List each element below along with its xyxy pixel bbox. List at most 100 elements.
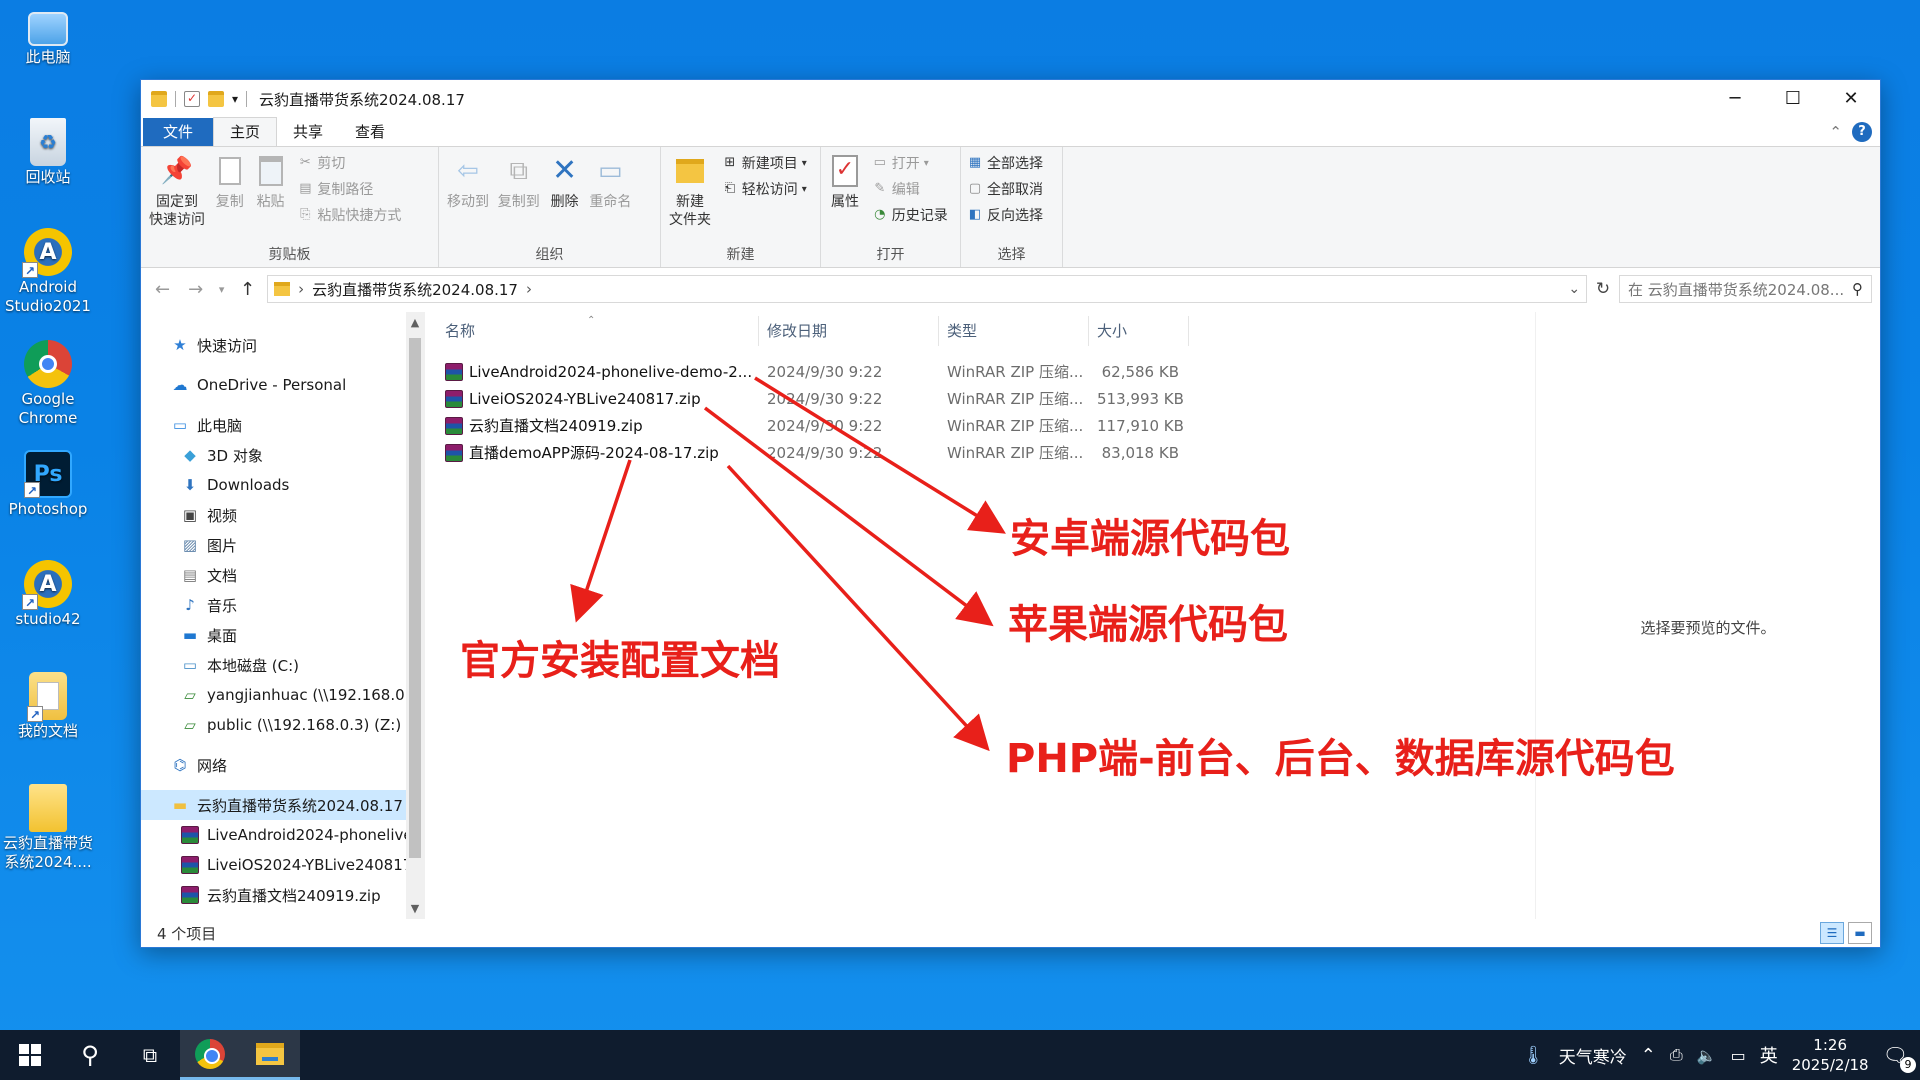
paste-button[interactable]: 粘贴	[255, 151, 287, 211]
nav-item-videos[interactable]: ▣ 视频	[141, 500, 424, 530]
copy-button[interactable]: 复制	[214, 151, 246, 211]
delete-label: 删除	[550, 194, 579, 210]
collapse-ribbon-icon[interactable]: ⌃	[1829, 123, 1842, 141]
forward-button[interactable]: →	[182, 279, 209, 300]
nav-scrollbar[interactable]: ▲ ▼	[406, 312, 424, 919]
desktop-icon-studio42[interactable]: A ↗ studio42	[2, 560, 94, 629]
new-item-button[interactable]: ⊞ 新建项目 ▾	[722, 153, 806, 173]
desktop-icon-documents[interactable]: ↗ 我的文档	[2, 672, 94, 741]
up-button[interactable]: ↑	[234, 279, 261, 300]
minimize-button[interactable]: ─	[1706, 80, 1764, 118]
maximize-button[interactable]: ☐	[1764, 80, 1822, 118]
nav-item-onedrive[interactable]: ☁ OneDrive - Personal	[141, 370, 424, 400]
edit-button[interactable]: ✎ 编辑	[872, 179, 948, 199]
nav-item-music[interactable]: ♪ 音乐	[141, 590, 424, 620]
properties-icon[interactable]: ✓	[184, 91, 200, 107]
clock[interactable]: 1:26 2025/2/18	[1792, 1035, 1869, 1075]
file-row[interactable]: 云豹直播文档240919.zip 2024/9/30 9:22 WinRAR Z…	[425, 412, 1535, 439]
nav-item-current-folder[interactable]: ▬ 云豹直播带货系统2024.08.17	[141, 790, 424, 820]
notification-center-button[interactable]: 🗨 9	[1883, 1043, 1916, 1073]
file-row[interactable]: LiveAndroid2024-phonelive-demo-2... 2024…	[425, 358, 1535, 385]
nav-item-file[interactable]: LiveAndroid2024-phonelive	[141, 820, 424, 850]
tab-file[interactable]: 文件	[143, 118, 214, 146]
search-box[interactable]: 在 云豹直播带货系统2024.08... ⚲	[1619, 275, 1872, 303]
copy-to-button[interactable]: ⧉ 复制到	[498, 151, 540, 211]
scroll-down-icon[interactable]: ▼	[406, 902, 424, 915]
address-dropdown-icon[interactable]: ⌄	[1568, 281, 1580, 297]
nav-item-file[interactable]: 云豹直播文档240919.zip	[141, 880, 424, 910]
invert-selection-button[interactable]: ◧ 反向选择	[967, 205, 1043, 225]
desktop-icon-photoshop[interactable]: Ps ↗ Photoshop	[2, 450, 94, 519]
rename-button[interactable]: ▭ 重命名	[589, 151, 631, 211]
tab-view[interactable]: 查看	[339, 118, 401, 146]
address-bar[interactable]: › 云豹直播带货系统2024.08.17 › ⌄	[267, 275, 1588, 303]
nav-item-network[interactable]: ⌬ 网络	[141, 750, 424, 780]
nav-item-documents[interactable]: ▤ 文档	[141, 560, 424, 590]
new-folder-button[interactable]: 新建 文件夹	[669, 151, 711, 229]
desktop-icon-chrome[interactable]: Google Chrome	[2, 340, 94, 428]
display-icon[interactable]: ▭	[1731, 1046, 1746, 1065]
column-header-name[interactable]: 名称 ⌃	[437, 315, 759, 346]
desktop-icon-recycle-bin[interactable]: ♻ 回收站	[2, 118, 94, 187]
scrollbar-thumb[interactable]	[409, 338, 421, 858]
network-status-icon[interactable]: ⎙	[1670, 1045, 1683, 1065]
paste-shortcut-button[interactable]: ⎘ 粘贴快捷方式	[297, 205, 401, 225]
nav-item-network-drive[interactable]: ▱ public (\\192.168.0.3) (Z:)	[141, 710, 424, 740]
back-button[interactable]: ←	[149, 279, 176, 300]
properties-button[interactable]: ✓ 属性	[829, 151, 861, 211]
file-row[interactable]: 直播demoAPP源码-2024-08-17.zip 2024/9/30 9:2…	[425, 439, 1535, 466]
new-folder-icon[interactable]	[208, 91, 224, 107]
start-button[interactable]	[0, 1030, 60, 1080]
nav-item-3d-objects[interactable]: ◆ 3D 对象	[141, 440, 424, 470]
nav-item-downloads[interactable]: ⬇ Downloads	[141, 470, 424, 500]
nav-item-network-drive[interactable]: ▱ yangjianhuac (\\192.168.0.3	[141, 680, 424, 710]
ribbon-tabs: 文件 主页 共享 查看 ⌃ ?	[141, 117, 1880, 146]
help-icon[interactable]: ?	[1852, 122, 1872, 142]
breadcrumb-current[interactable]: 云豹直播带货系统2024.08.17	[312, 279, 518, 300]
desktop-icon-android-studio[interactable]: A ↗ Android Studio2021	[2, 228, 94, 316]
file-row[interactable]: LiveiOS2024-YBLive240817.zip 2024/9/30 9…	[425, 385, 1535, 412]
task-view-button[interactable]: ⧉	[120, 1030, 180, 1080]
large-icons-view-button[interactable]: ▬	[1848, 922, 1872, 944]
delete-button[interactable]: ✕ 删除	[549, 151, 581, 211]
weather-icon[interactable]: 🌡	[1522, 1045, 1545, 1066]
desktop-icon-folder[interactable]: 云豹直播带货系统2024....	[2, 784, 94, 872]
nav-item-local-disk[interactable]: ▭ 本地磁盘 (C:)	[141, 650, 424, 680]
pin-quick-access-button[interactable]: 📌 固定到 快速访问	[149, 151, 205, 229]
nav-item-file[interactable]: LiveiOS2024-YBLive240817.	[141, 850, 424, 880]
column-header-date[interactable]: 修改日期	[759, 316, 939, 346]
title-bar[interactable]: ✓ ▾ 云豹直播带货系统2024.08.17 ─ ☐ ✕	[141, 80, 1880, 118]
select-all-button[interactable]: ▦ 全部选择	[967, 153, 1043, 173]
select-none-button[interactable]: ▢ 全部取消	[967, 179, 1043, 199]
tab-home[interactable]: 主页	[213, 117, 278, 146]
nav-item-quick-access[interactable]: ★ 快速访问	[141, 330, 424, 360]
nav-item-desktop[interactable]: ▬ 桌面	[141, 620, 424, 650]
cut-button[interactable]: ✂ 剪切	[297, 153, 401, 173]
volume-icon[interactable]: 🔈	[1697, 1046, 1717, 1065]
clock-time: 1:26	[1813, 1036, 1847, 1054]
input-method-indicator[interactable]: 英	[1760, 1042, 1778, 1068]
copy-path-button[interactable]: ▤ 复制路径	[297, 179, 401, 199]
folder-icon	[274, 282, 291, 296]
refresh-button[interactable]: ↻	[1593, 279, 1613, 299]
details-view-button[interactable]: ☰	[1820, 922, 1844, 944]
tab-share[interactable]: 共享	[277, 118, 339, 146]
close-button[interactable]: ✕	[1822, 80, 1880, 118]
move-to-button[interactable]: ⇦ 移动到	[447, 151, 489, 211]
nav-item-this-pc[interactable]: ▭ 此电脑	[141, 410, 424, 440]
easy-access-button[interactable]: ⎗ 轻松访问 ▾	[722, 179, 807, 199]
weather-text[interactable]: 天气寒冷	[1559, 1043, 1627, 1068]
history-button[interactable]: ◔ 历史记录	[872, 205, 948, 225]
open-button[interactable]: ▭ 打开 ▾	[872, 153, 948, 173]
taskbar-chrome[interactable]	[180, 1030, 240, 1080]
column-header-type[interactable]: 类型	[939, 316, 1089, 346]
taskbar-file-explorer[interactable]	[240, 1030, 300, 1080]
search-button[interactable]: ⚲	[60, 1030, 120, 1080]
nav-item-pictures[interactable]: ▨ 图片	[141, 530, 424, 560]
recent-locations-button[interactable]: ▾	[215, 283, 228, 296]
desktop-icon-computer[interactable]: 此电脑	[2, 8, 94, 67]
show-hidden-icons-icon[interactable]: ⌃	[1641, 1045, 1656, 1066]
scroll-up-icon[interactable]: ▲	[406, 316, 424, 329]
customize-toolbar-dropdown[interactable]: ▾	[232, 92, 238, 106]
column-header-size[interactable]: 大小	[1089, 316, 1189, 346]
